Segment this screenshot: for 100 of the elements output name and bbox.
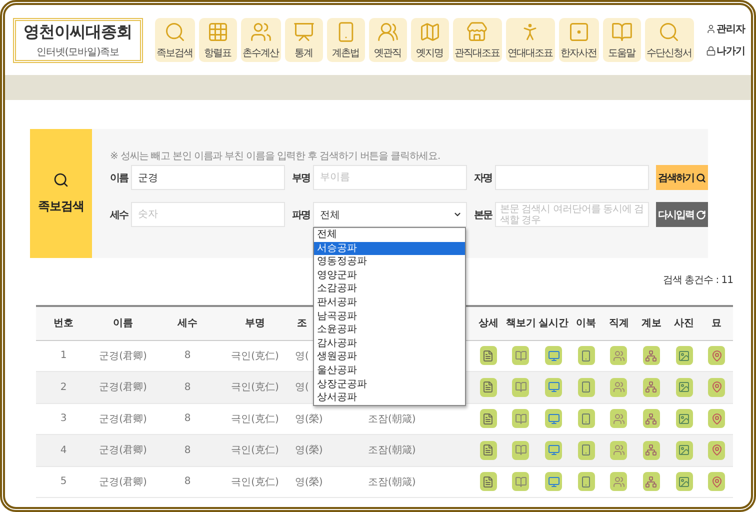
dropdown-option[interactable]: 상서공파 [314,391,465,405]
input-field[interactable]: 군경 [131,165,285,190]
hierarchy-icon[interactable] [642,472,660,492]
document-icon[interactable] [480,472,497,492]
dropdown-option[interactable]: 감사공파 [314,336,465,350]
nav-tile[interactable]: 수단신청서 [644,18,694,62]
logo-card[interactable]: 영천이씨대종회 인터넷(모바일)족보 [13,18,142,62]
people-icon[interactable] [610,472,628,492]
nav-tile[interactable]: 옛지명 [410,18,448,62]
user-icon [706,24,716,34]
column-header: 이름 [113,318,133,330]
hierarchy-icon[interactable] [642,346,660,366]
search-icon [658,21,680,43]
nav-tile[interactable]: 항렬표 [198,18,236,62]
nav-tile[interactable]: 계촌법 [326,18,364,62]
nav-tile[interactable]: 도움말 [602,18,640,62]
input-field[interactable]: 본문 검색시 여러단어를 동시에 검색할 경우 [495,202,649,227]
book-icon[interactable] [512,378,530,397]
table-cell: 5 [60,476,67,488]
dropdown-option[interactable]: 상장군공파 [314,378,465,392]
hierarchy-icon[interactable] [642,378,660,397]
phone-icon[interactable] [578,378,595,397]
document-icon[interactable] [480,409,497,428]
book-icon[interactable] [512,472,530,492]
monitor-icon[interactable] [545,472,562,492]
dropdown-option[interactable]: 소감공파 [314,282,465,296]
dropdown-option[interactable]: 전체 [314,228,465,242]
picture-icon[interactable] [676,440,693,460]
column-header: 상세 [478,318,498,330]
input-field[interactable]: 숫자 [131,202,285,227]
table-cell: 영(榮) [295,414,323,425]
people-icon[interactable] [610,378,628,397]
header-link[interactable]: 나가기 [706,44,745,58]
hierarchy-icon[interactable] [642,409,660,428]
location-pin-icon[interactable] [708,409,726,428]
column-header: 직계 [608,318,629,330]
dropdown-option[interactable]: 울산공파 [314,364,465,378]
document-icon[interactable] [480,440,497,460]
monitor-icon[interactable] [545,409,562,428]
table-cell: 영( [295,350,309,362]
column-header: 묘 [712,318,722,330]
nav-tile[interactable]: 관직대조표 [452,18,502,62]
search-icon [696,172,706,182]
input-field[interactable] [495,165,649,190]
location-pin-icon[interactable] [708,472,726,492]
phone-icon[interactable] [578,440,595,460]
people-icon [376,21,398,43]
square-icon [568,21,590,43]
nav-tile[interactable]: 한자사전 [558,18,598,62]
dropdown-option[interactable]: 판서공파 [314,296,465,310]
dropdown-option[interactable]: 남곡공파 [314,310,465,324]
nav-tile[interactable]: 옛관직 [368,18,406,62]
phone-icon[interactable] [578,472,595,492]
table-cell: 8 [184,444,191,456]
reset-button[interactable]: 다시입력 [656,202,708,227]
monitor-icon[interactable] [545,440,562,460]
people-icon[interactable] [610,346,628,366]
dropdown-option[interactable]: 서승공파 [314,242,465,256]
nav-tile[interactable]: 족보검색 [154,18,194,62]
people-icon[interactable] [610,440,628,460]
picture-icon[interactable] [676,378,693,397]
result-count: 검색 총건수 : 11 [662,274,733,287]
input-field[interactable]: 부이름 [313,165,467,190]
hierarchy-icon[interactable] [642,440,660,460]
monitor-icon[interactable] [545,346,562,366]
table-cell: 영(榮) [295,445,323,456]
nav-tile[interactable]: 통계 [284,18,322,62]
document-icon[interactable] [480,378,497,397]
table-cell: 군경(君卿) [99,350,147,362]
table-cell: 군경(君卿) [99,476,147,488]
field-label: 세수 [110,208,129,222]
book-icon[interactable] [512,440,530,460]
dropdown-select[interactable]: 전체 [313,202,467,227]
nav-tile[interactable]: 촌수계산 [240,18,280,62]
people-icon[interactable] [610,409,628,428]
table-cell: 4 [60,444,67,456]
table-cell: 극인(克仁) [231,414,279,425]
dropdown-option[interactable]: 소윤공파 [314,323,465,337]
nav-tile[interactable]: 연대대조표 [506,18,554,62]
column-header: 조 [297,318,307,330]
phone-icon[interactable] [578,346,595,366]
picture-icon[interactable] [676,472,693,492]
header-link[interactable]: 관리자 [706,22,745,36]
dropdown-option[interactable]: 생원공파 [314,350,465,364]
phone-icon[interactable] [578,409,595,428]
document-icon[interactable] [480,346,497,366]
search-button[interactable]: 검색하기 [656,165,708,190]
picture-icon[interactable] [676,346,693,366]
dropdown-option[interactable]: 영양군파 [314,268,465,282]
location-pin-icon[interactable] [708,346,726,366]
book-icon[interactable] [512,409,530,428]
table-cell: 극인(克仁) [231,445,279,456]
location-pin-icon[interactable] [708,378,726,397]
picture-icon[interactable] [676,409,693,428]
dropdown-option[interactable]: 영동정공파 [314,255,465,269]
monitor-icon[interactable] [545,378,562,397]
location-pin-icon[interactable] [708,440,726,460]
column-header: 실시간 [538,318,569,330]
book-icon[interactable] [512,346,530,366]
chevron-icon [453,210,462,219]
